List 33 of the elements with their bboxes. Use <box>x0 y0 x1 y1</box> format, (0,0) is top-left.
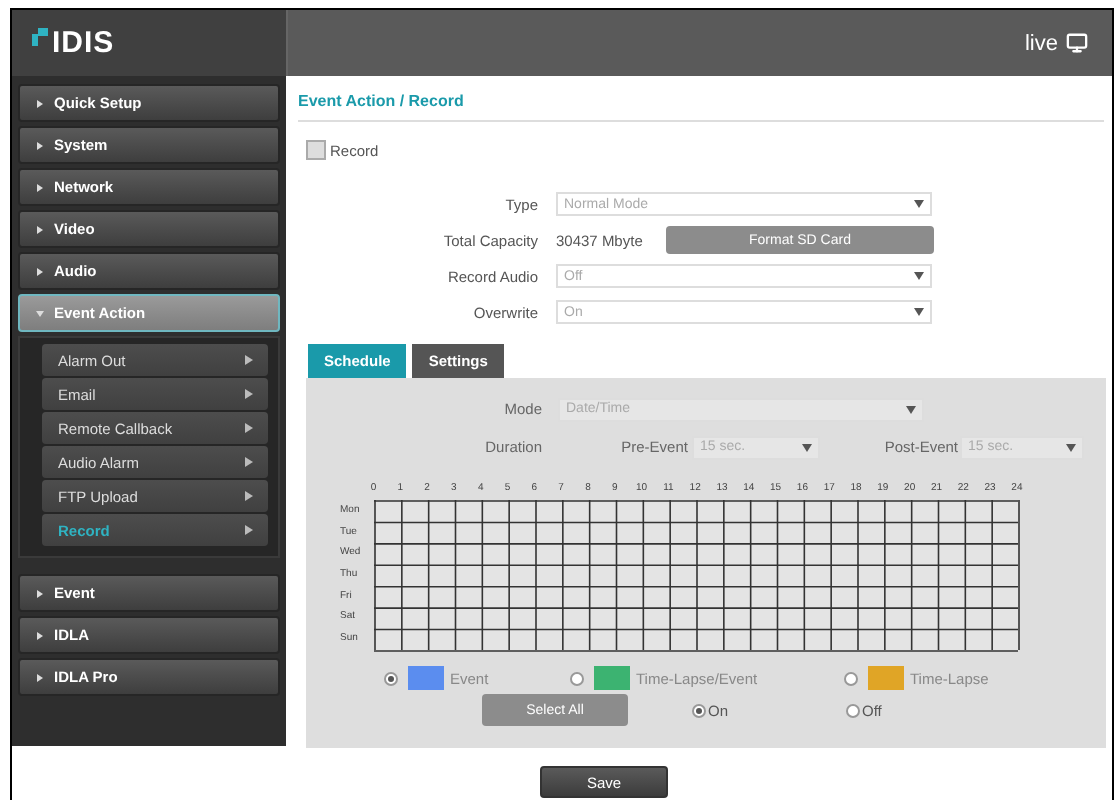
radio-button[interactable] <box>846 703 860 717</box>
live-link[interactable]: live <box>1024 31 1058 55</box>
radio-button[interactable] <box>570 671 584 685</box>
caret-right-icon <box>36 225 44 233</box>
caret-right-icon <box>36 267 44 275</box>
caret-icon <box>245 355 253 365</box>
caret-icon <box>245 491 253 501</box>
caret-icon <box>245 525 253 535</box>
logo: IDIS <box>52 26 115 60</box>
caret-right-icon <box>36 183 44 191</box>
caret-icon <box>245 389 253 399</box>
radio-button[interactable] <box>692 703 706 717</box>
caret-right-icon <box>36 589 44 597</box>
caret-right-icon <box>36 673 44 681</box>
caret-down-icon <box>36 309 44 317</box>
monitor-icon[interactable] <box>1066 32 1088 54</box>
caret-icon <box>914 200 924 208</box>
caret-right-icon <box>36 631 44 639</box>
schedule-grid[interactable] <box>374 500 1020 652</box>
record-checkbox[interactable] <box>306 140 326 160</box>
caret-icon <box>914 308 924 316</box>
caret-icon <box>914 272 924 280</box>
caret-icon <box>245 423 253 433</box>
caret-icon <box>1066 443 1076 451</box>
caret-right-icon <box>36 141 44 149</box>
radio-button[interactable] <box>844 671 858 685</box>
caret-icon <box>906 405 916 413</box>
caret-icon <box>802 443 812 451</box>
caret-icon <box>245 457 253 467</box>
radio-button[interactable] <box>384 671 398 685</box>
logo-icon <box>32 28 48 46</box>
page-title: Event Action / Record <box>298 76 1104 122</box>
caret-right-icon <box>36 99 44 107</box>
